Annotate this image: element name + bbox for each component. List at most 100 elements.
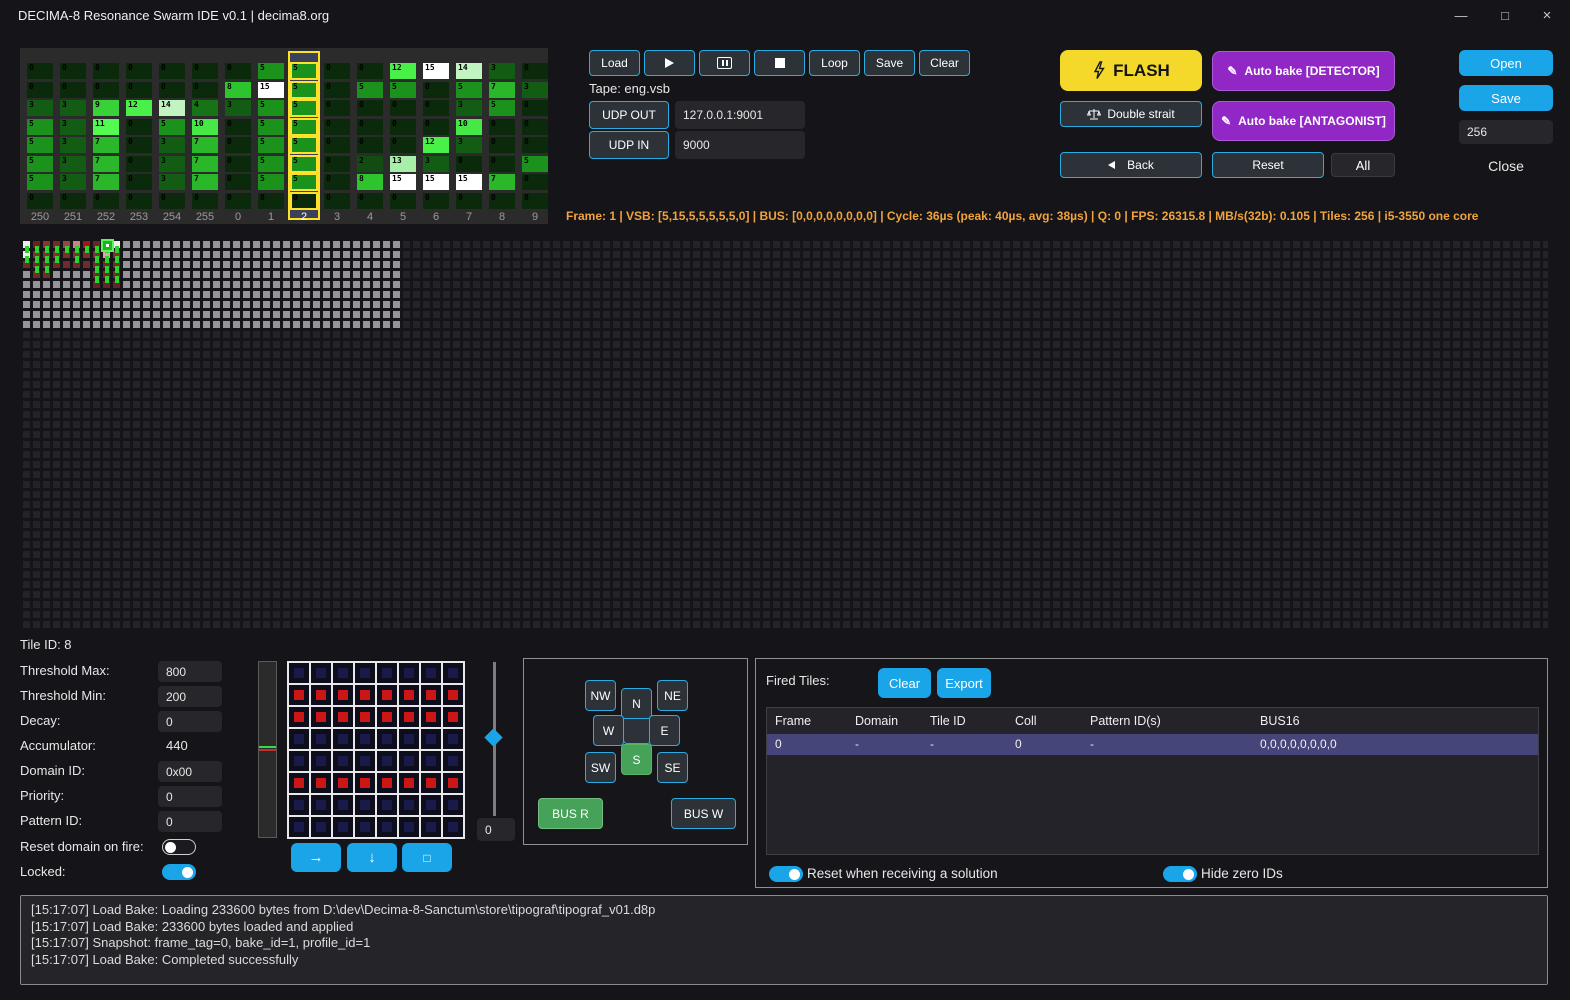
vsb-column[interactable]: 0 5 0 0 0 2 8 0 4 <box>354 51 386 223</box>
pattern-cell[interactable] <box>377 707 397 727</box>
clear-tape-button[interactable]: Clear <box>919 50 970 76</box>
vsb-cell[interactable]: 0 <box>522 192 548 209</box>
pattern-cell[interactable] <box>399 817 419 837</box>
vsb-cell[interactable]: 12 <box>423 137 449 153</box>
pattern-cell[interactable] <box>421 795 441 815</box>
selected-tile[interactable] <box>101 239 114 252</box>
vsb-column[interactable]: 0 0 9 11 7 7 7 0 252 <box>90 51 122 223</box>
pattern-cell[interactable] <box>355 795 375 815</box>
save-file-button[interactable]: Save <box>1459 85 1553 111</box>
reset-on-solution-toggle[interactable] <box>769 866 803 882</box>
maximize-button[interactable]: □ <box>1492 6 1518 26</box>
vsb-cell[interactable]: 3 <box>27 100 53 116</box>
pattern-cell[interactable] <box>377 729 397 749</box>
pattern-cell[interactable] <box>399 751 419 771</box>
vsb-column[interactable]: 0 0 12 0 0 0 0 0 253 <box>123 51 155 223</box>
pattern-cell[interactable] <box>399 707 419 727</box>
vsb-cell[interactable]: 3 <box>60 174 86 190</box>
threshold-min-input[interactable] <box>158 686 222 707</box>
pattern-cell[interactable] <box>377 817 397 837</box>
vsb-cell[interactable]: 0 <box>192 192 218 209</box>
vsb-cell[interactable]: 8 <box>357 174 383 190</box>
load-button[interactable]: Load <box>589 50 640 76</box>
pattern-cell[interactable] <box>333 685 353 705</box>
vsb-cell[interactable]: 14 <box>159 100 185 116</box>
compass-center-button[interactable] <box>623 716 651 744</box>
vsb-cell[interactable]: 5 <box>27 118 53 135</box>
pattern-cell[interactable] <box>443 685 463 705</box>
vsb-cell[interactable]: 12 <box>126 100 152 116</box>
vsb-cell[interactable]: 5 <box>390 81 416 98</box>
pattern-id-input[interactable] <box>158 811 222 832</box>
pattern-cell[interactable] <box>421 707 441 727</box>
vsb-cell[interactable]: 0 <box>126 155 152 172</box>
double-strait-button[interactable]: Double strait <box>1060 101 1202 127</box>
pattern-cell[interactable] <box>333 663 353 683</box>
vsb-cell[interactable]: 8 <box>225 81 251 98</box>
vsb-cell[interactable]: 3 <box>60 100 86 116</box>
vsb-cell[interactable]: 0 <box>225 155 251 172</box>
priority-input[interactable] <box>158 786 222 807</box>
pattern-cell[interactable] <box>311 729 331 749</box>
vsb-cell[interactable]: 5 <box>290 117 318 136</box>
pause-button[interactable] <box>699 50 750 76</box>
locked-toggle[interactable] <box>162 864 196 880</box>
fired-export-button[interactable]: Export <box>937 668 991 698</box>
pattern-cell[interactable] <box>443 773 463 793</box>
vsb-cell[interactable]: 10 <box>192 118 218 135</box>
vsb-cell[interactable]: 5 <box>357 81 383 98</box>
play-button[interactable] <box>644 50 695 76</box>
slider-value-input[interactable] <box>477 818 515 841</box>
vsb-cell[interactable]: 5 <box>290 99 318 117</box>
vsb-cell[interactable]: 0 <box>192 63 218 79</box>
vsb-cell[interactable]: 0 <box>324 118 350 135</box>
vsb-cell[interactable]: 0 <box>126 81 152 98</box>
vsb-cell[interactable]: 0 <box>126 174 152 190</box>
vsb-column[interactable]: 14 5 3 10 3 0 15 0 7 <box>453 51 485 223</box>
vsb-cell[interactable]: 0 <box>93 81 119 98</box>
pattern-cell[interactable] <box>377 751 397 771</box>
tile[interactable] <box>63 261 70 268</box>
vsb-column[interactable]: 5 15 5 5 5 5 5 0 1 <box>255 51 287 223</box>
pattern-cell[interactable] <box>377 685 397 705</box>
vsb-cell[interactable]: 0 <box>390 192 416 209</box>
vsb-cell[interactable]: 7 <box>489 174 515 190</box>
udp-in-button[interactable]: UDP IN <box>589 131 669 159</box>
stop-button[interactable] <box>754 50 805 76</box>
pattern-cell[interactable] <box>355 751 375 771</box>
vsb-cell[interactable]: 0 <box>522 137 548 153</box>
pattern-grid[interactable] <box>287 661 465 839</box>
pattern-cell[interactable] <box>377 773 397 793</box>
vsb-column[interactable]: 0 3 0 0 0 5 0 0 9 <box>519 51 551 223</box>
compass-nw-button[interactable]: NW <box>585 680 616 711</box>
pattern-cell[interactable] <box>333 751 353 771</box>
vsb-cell[interactable]: 0 <box>60 63 86 79</box>
tile[interactable] <box>83 261 90 268</box>
vsb-cell[interactable]: 0 <box>324 192 350 209</box>
vsb-cell[interactable]: 0 <box>225 174 251 190</box>
vsb-cell[interactable]: 5 <box>258 118 284 135</box>
pattern-cell[interactable] <box>399 685 419 705</box>
vsb-cell[interactable]: 5 <box>290 154 318 173</box>
clear-square-button[interactable]: □ <box>402 843 452 872</box>
vsb-cell[interactable]: 5 <box>290 173 318 191</box>
pattern-cell[interactable] <box>443 663 463 683</box>
pattern-cell[interactable] <box>333 773 353 793</box>
pattern-cell[interactable] <box>421 751 441 771</box>
vsb-cell[interactable]: 2 <box>357 155 383 172</box>
pattern-cell[interactable] <box>355 729 375 749</box>
compass-sw-button[interactable]: SW <box>585 752 616 783</box>
vsb-cell[interactable]: 0 <box>423 81 449 98</box>
vsb-cell[interactable]: 15 <box>258 81 284 98</box>
vsb-cell[interactable]: 0 <box>27 63 53 79</box>
vsb-column[interactable]: 0 0 4 10 7 7 7 0 255 <box>189 51 221 223</box>
vsb-cell[interactable]: 12 <box>390 63 416 79</box>
pattern-cell[interactable] <box>333 729 353 749</box>
vsb-cell[interactable]: 0 <box>456 155 482 172</box>
save-tape-button[interactable]: Save <box>864 50 915 76</box>
minimize-button[interactable]: — <box>1448 6 1474 26</box>
vsb-cell[interactable]: 7 <box>489 81 515 98</box>
vsb-cell[interactable]: 5 <box>159 118 185 135</box>
pattern-cell[interactable] <box>355 707 375 727</box>
decay-input[interactable] <box>158 711 222 732</box>
